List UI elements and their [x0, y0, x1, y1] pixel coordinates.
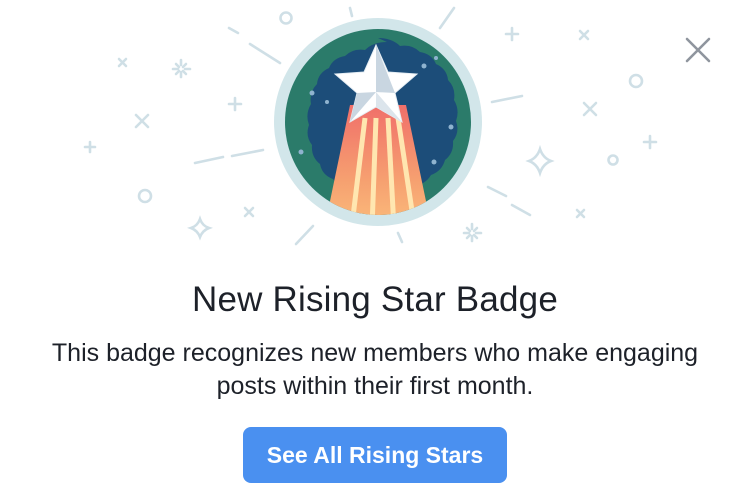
dialog-title: New Rising Star Badge [191, 280, 559, 319]
badge-dialog: New Rising Star Badge This badge recogni… [0, 0, 750, 502]
badge-illustration [83, 6, 658, 246]
rising-star-badge-icon [274, 18, 482, 226]
close-icon [685, 37, 711, 63]
close-button[interactable] [676, 28, 720, 72]
dialog-description: This badge recognizes new members who ma… [51, 339, 699, 400]
see-all-rising-stars-button[interactable]: See All Rising Stars [243, 427, 507, 483]
